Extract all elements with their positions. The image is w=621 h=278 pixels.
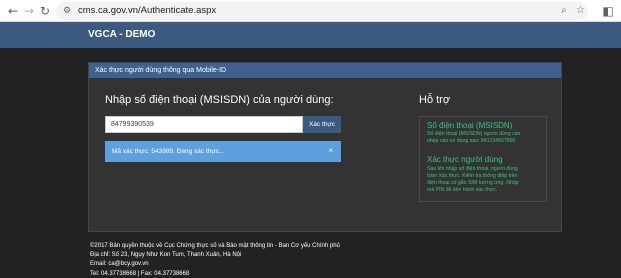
form-title: Nhập số điện thoại (MSISDN) của người dù… (105, 94, 334, 106)
footer-address: Địa chỉ: Số 23, Ngụy Như Kon Tum, Thanh … (90, 252, 242, 259)
help-title: Hỗ trợ (419, 94, 451, 106)
star-icon[interactable]: ☆ (576, 5, 585, 17)
help-heading-auth: Xác thực người dùng (427, 155, 503, 164)
site-header: VGCA - DEMO (0, 22, 621, 48)
help-line: mã PIN để tiến hành xác thực. (427, 187, 498, 193)
footer-copyright: ©2017 Bản quyền thuộc về Cục Chứng thực … (90, 243, 340, 249)
alert-text: Mã xác thực: 543989. Đang xác thực... (112, 148, 225, 155)
panel-heading-text: Xác thực người dùng thông qua Mobile-ID (95, 67, 227, 74)
side-panel-icon[interactable]: ◧ (600, 3, 616, 19)
help-line: nhập vào có dạng sau: 841234567890 (427, 138, 516, 144)
browser-toolbar: ← → ↻ ⚙ cms.ca.gov.vn/Authenticate.aspx … (0, 0, 621, 22)
footer-phone: Tel: 04.37738668 | Fax: 04.37738668 (90, 270, 190, 277)
reload-icon[interactable]: ↻ (37, 3, 53, 19)
verify-button[interactable]: Xác thực (303, 116, 341, 133)
panel-heading: Xác thực người dùng thông qua Mobile-ID (89, 63, 561, 78)
help-box: Số điện thoại (MSISDN) Số điện thoại (MS… (419, 116, 547, 202)
status-alert: Mã xác thực: 543989. Đang xác thực... × (105, 141, 341, 162)
help-line: Sau khi nhập số điện thoại, người dùng (427, 166, 518, 172)
url-text[interactable]: cms.ca.gov.vn/Authenticate.aspx (78, 5, 216, 17)
help-heading-msisdn: Số điện thoại (MSISDN) (427, 121, 513, 130)
address-bar[interactable]: ⚙ cms.ca.gov.vn/Authenticate.aspx ⌕ ☆ (56, 2, 588, 20)
close-icon[interactable]: × (328, 146, 333, 156)
site-info-icon[interactable]: ⚙ (63, 5, 75, 17)
site-brand[interactable]: VGCA - DEMO (88, 29, 155, 41)
help-line: bấm Xác thực. Kiểm tra thông điệp trên (427, 173, 518, 179)
auth-panel: Xác thực người dùng thông qua Mobile-ID … (88, 62, 562, 232)
help-line: Số điện thoại (MSISDN) người dùng cần (427, 131, 521, 137)
zoom-icon[interactable]: ⌕ (561, 5, 567, 17)
help-line: điện thoại có gắn SIM tương ứng. Nhập (427, 180, 519, 186)
footer: ©2017 Bản quyền thuộc về Cục Chứng thực … (90, 242, 340, 278)
help-body-auth: Sau khi nhập số điện thoại, người dùng b… (427, 166, 545, 194)
footer-email: Email: ca@bcy.gov.vn (90, 261, 149, 268)
help-body-msisdn: Số điện thoại (MSISDN) người dùng cần nh… (427, 131, 545, 145)
forward-arrow-icon[interactable]: → (21, 3, 37, 19)
phone-input[interactable] (105, 116, 303, 133)
back-arrow-icon[interactable]: ← (5, 3, 21, 19)
